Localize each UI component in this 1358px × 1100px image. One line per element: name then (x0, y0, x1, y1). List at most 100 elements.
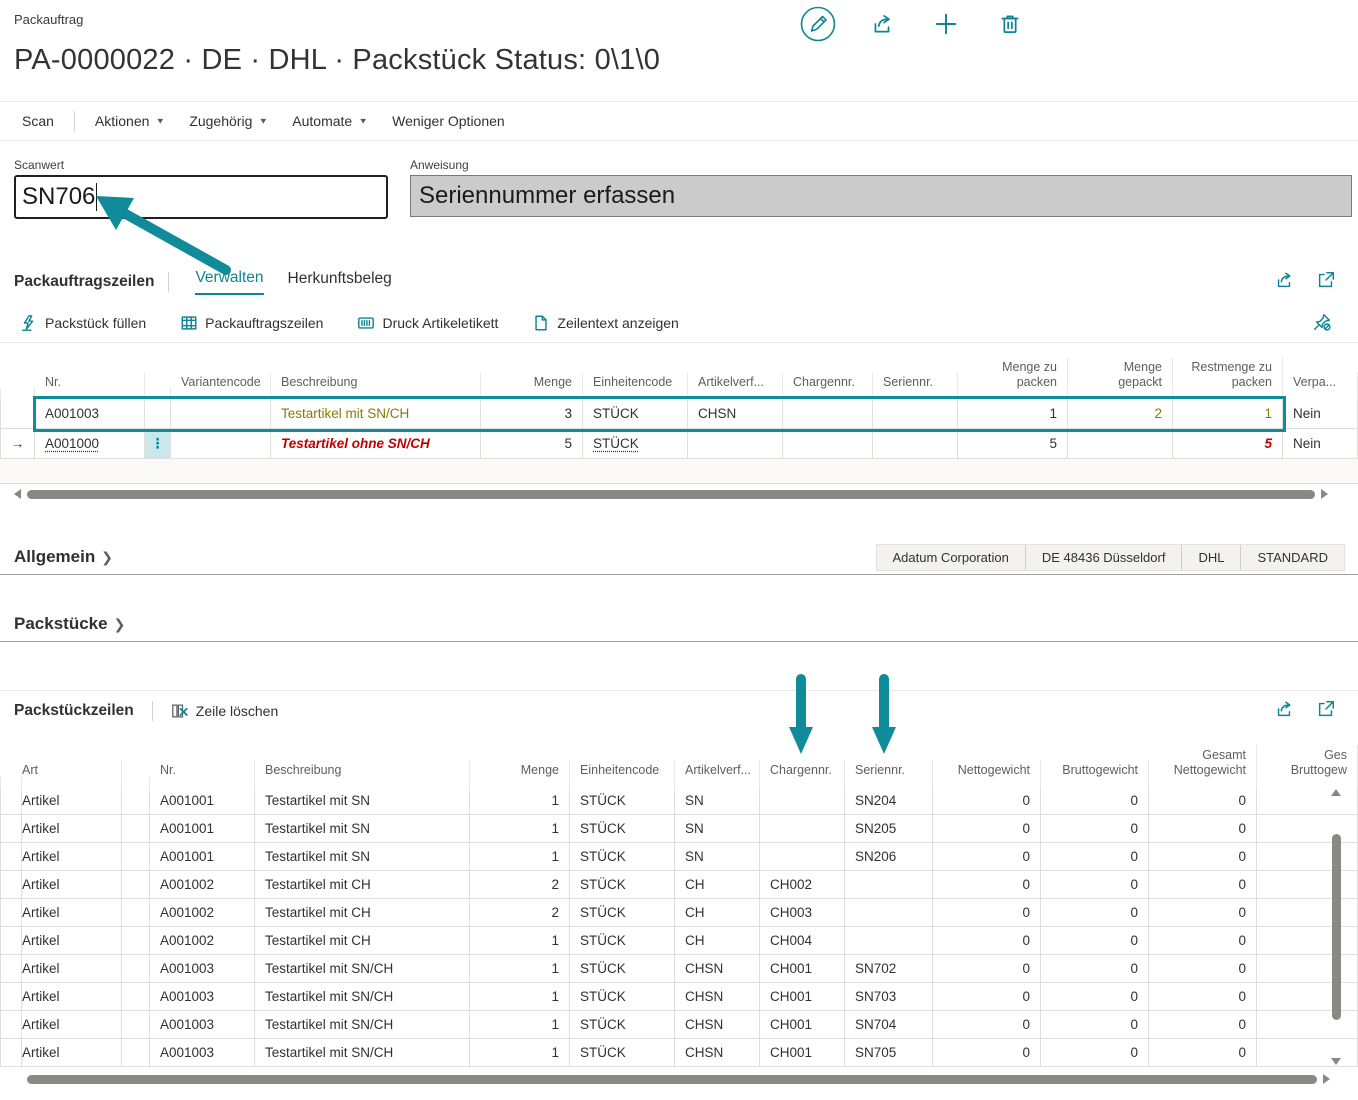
packauftragszeilen-button[interactable]: Packauftragszeilen (180, 314, 323, 332)
column-header[interactable]: Ges Bruttogew (1257, 745, 1358, 787)
cell-beschreibung[interactable]: Testartikel mit CH (255, 899, 470, 926)
menu-item-scan[interactable]: Scan (10, 113, 66, 129)
cell-art[interactable]: Artikel (12, 871, 122, 898)
cell-nettogewicht[interactable]: 0 (933, 1011, 1041, 1038)
cell-nr[interactable]: A001003 (150, 955, 255, 982)
scroll-right-arrow[interactable] (1323, 1074, 1330, 1084)
tab-verwalten[interactable]: Verwalten (195, 269, 263, 295)
cell-verpackung[interactable]: Nein (1283, 399, 1358, 428)
cell-beschreibung[interactable]: Testartikel mit SN (255, 843, 470, 870)
cell-menge[interactable]: 5 (481, 429, 583, 458)
cell-variantencode[interactable] (171, 429, 271, 458)
cell-nettogewicht[interactable]: 0 (933, 927, 1041, 954)
scrollbar-thumb[interactable] (1332, 834, 1341, 1020)
cell-seriennr[interactable] (845, 899, 933, 926)
menu-item-weniger-optionen[interactable]: Weniger Optionen (380, 113, 517, 129)
menu-item-zugehoerig[interactable]: Zugehörig▼ (177, 113, 280, 129)
druck-artikeletikett-button[interactable]: Druck Artikeletikett (357, 314, 498, 332)
anweisung-field[interactable]: Seriennummer erfassen (410, 175, 1352, 217)
cell-artikelverf[interactable]: CHSN (675, 1039, 760, 1066)
cell-art[interactable]: Artikel (12, 1011, 122, 1038)
cell-artikelverf[interactable]: CHSN (688, 399, 783, 428)
cell-art[interactable]: Artikel (12, 843, 122, 870)
cell-seriennr[interactable] (845, 927, 933, 954)
cell-nr[interactable]: A001003 (150, 983, 255, 1010)
scroll-right-arrow[interactable] (1321, 489, 1328, 499)
cell-dots[interactable] (122, 1039, 150, 1066)
column-header[interactable]: Artikelverf... (675, 760, 760, 787)
scrollbar-thumb[interactable] (27, 1075, 1317, 1084)
column-header[interactable]: Einheitencode (570, 760, 675, 787)
cell-artikelverf[interactable]: SN (675, 787, 760, 814)
cell-einheitencode[interactable]: STÜCK (570, 983, 675, 1010)
cell-nr[interactable]: A001002 (150, 899, 255, 926)
cell-menge[interactable]: 1 (470, 983, 570, 1010)
scroll-up-arrow[interactable] (1331, 789, 1341, 796)
cell-gesamt-nettogewicht[interactable]: 0 (1149, 843, 1257, 870)
menu-item-automate[interactable]: Automate▼ (280, 113, 380, 129)
cell-seriennr[interactable]: SN206 (845, 843, 933, 870)
cell-artikelverf[interactable]: SN (675, 843, 760, 870)
cell-dots[interactable] (122, 843, 150, 870)
cell-menge[interactable]: 1 (470, 927, 570, 954)
cell-artikelverf[interactable]: CHSN (675, 955, 760, 982)
cell-sel[interactable] (0, 399, 35, 428)
cell-seriennr[interactable]: SN704 (845, 1011, 933, 1038)
column-header[interactable]: Seriennr. (845, 760, 933, 787)
cell-einheitencode[interactable]: STÜCK (570, 955, 675, 982)
unpin-icon[interactable] (1312, 312, 1332, 335)
cell-nr[interactable]: A001001 (150, 815, 255, 842)
cell-variantencode[interactable] (171, 399, 271, 428)
cell-chargennr[interactable]: CH001 (760, 983, 845, 1010)
cell-artikelverf[interactable]: CHSN (675, 983, 760, 1010)
cell-art[interactable]: Artikel (12, 1039, 122, 1066)
share-icon[interactable] (1274, 699, 1294, 724)
cell-nr[interactable]: A001002 (150, 871, 255, 898)
column-header[interactable] (145, 388, 171, 399)
cell-bruttogewicht[interactable]: 0 (1041, 983, 1149, 1010)
cell-seriennr[interactable] (845, 871, 933, 898)
cell-bruttogewicht[interactable]: 0 (1041, 927, 1149, 954)
cell-dots[interactable]: ⋮ (145, 429, 171, 458)
cell-bruttogewicht[interactable]: 0 (1041, 1039, 1149, 1066)
column-header[interactable]: Einheitencode (583, 372, 688, 399)
cell-menge[interactable]: 1 (470, 843, 570, 870)
cell-menge-zu-packen[interactable]: 1 (958, 399, 1068, 428)
cell-art[interactable]: Artikel (12, 983, 122, 1010)
cell-art[interactable]: Artikel (12, 899, 122, 926)
zeilentext-anzeigen-button[interactable]: Zeilentext anzeigen (532, 314, 678, 332)
cell-einheitencode[interactable]: STÜCK (570, 871, 675, 898)
cell-einheitencode[interactable]: STÜCK (570, 843, 675, 870)
cell-nettogewicht[interactable]: 0 (933, 1039, 1041, 1066)
cell-beschreibung[interactable]: Testartikel mit CH (255, 927, 470, 954)
add-icon[interactable] (926, 4, 966, 44)
cell-chargennr[interactable]: CH004 (760, 927, 845, 954)
cell-art[interactable]: Artikel (12, 927, 122, 954)
column-header[interactable]: Chargennr. (783, 372, 873, 399)
column-header[interactable]: Bruttogewicht (1041, 760, 1149, 787)
cell-seriennr[interactable]: SN204 (845, 787, 933, 814)
cell-chargennr[interactable] (760, 843, 845, 870)
cell-nr[interactable]: A001003 (150, 1011, 255, 1038)
cell-dots[interactable] (122, 1011, 150, 1038)
cell-chargennr[interactable]: CH001 (760, 1039, 845, 1066)
column-header[interactable]: Nettogewicht (933, 760, 1041, 787)
cell-bruttogewicht[interactable]: 0 (1041, 899, 1149, 926)
cell-verpackung[interactable]: Nein (1283, 429, 1358, 458)
cell-einheitencode[interactable]: STÜCK (570, 1011, 675, 1038)
cell-seriennr[interactable]: SN705 (845, 1039, 933, 1066)
cell-chargennr[interactable] (760, 815, 845, 842)
cell-seriennr[interactable] (873, 429, 958, 458)
cell-beschreibung[interactable]: Testartikel mit SN (255, 815, 470, 842)
cell-gesamt-nettogewicht[interactable]: 0 (1149, 1039, 1257, 1066)
cell-bruttogewicht[interactable]: 0 (1041, 815, 1149, 842)
cell-einheitencode[interactable]: STÜCK (570, 899, 675, 926)
cell-sel[interactable]: → (0, 429, 35, 458)
cell-art[interactable]: Artikel (12, 815, 122, 842)
cell-dots[interactable] (122, 955, 150, 982)
cell-seriennr[interactable]: SN702 (845, 955, 933, 982)
column-header[interactable]: Restmenge zu packen (1173, 357, 1283, 399)
cell-beschreibung[interactable]: Testartikel mit SN/CH (255, 1011, 470, 1038)
badge-customer[interactable]: Adatum Corporation (877, 545, 1026, 570)
scrollbar-thumb[interactable] (27, 490, 1315, 499)
